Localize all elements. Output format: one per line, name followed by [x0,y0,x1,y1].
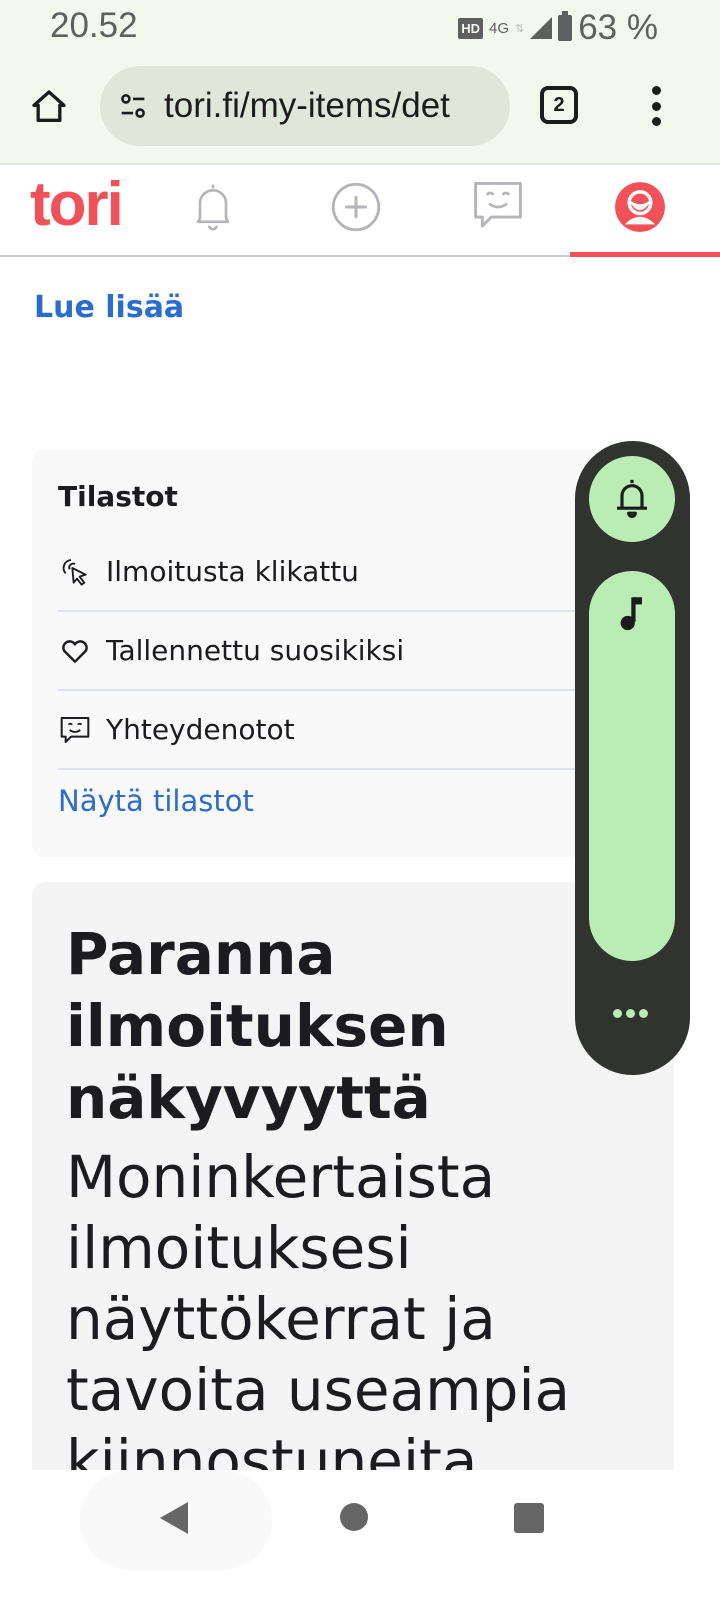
more-vert-icon[interactable] [646,86,666,126]
battery-percent: 63 % [578,8,658,47]
promo-body: Moninkertaista ilmoituksesi näyttökerrat… [66,1143,571,1495]
data-activity-icon: ⇅ [515,22,525,35]
heart-icon [58,634,92,668]
stat-row-clicks: Ilmoitusta klikattu [58,533,648,612]
media-volume-slider[interactable] [589,571,675,961]
signal-icon [530,17,553,39]
active-tab-indicator [570,252,720,257]
home-icon [32,90,66,123]
more-horiz-icon[interactable] [613,1009,648,1018]
volume-panel [575,441,690,1075]
bell-icon [196,184,230,231]
tab-switcher-button[interactable]: 2 [540,86,578,124]
hd-voice-icon: HD [458,17,483,39]
url-text[interactable]: tori.fi/my-items/det [164,86,450,126]
stat-label: Yhteydenotot [106,713,295,746]
chat-smile-icon [58,713,92,747]
recents-square-icon[interactable] [514,1503,544,1533]
stat-row-favorites: Tallennettu suosikiksi [58,612,648,691]
system-navigation-bar [0,1470,720,1600]
network-type: 4G [488,19,509,37]
nav-new-listing[interactable] [326,177,386,237]
stat-label: Ilmoitusta klikattu [106,555,359,588]
chat-icon [474,182,522,228]
status-time: 20.52 [50,6,138,45]
browser-chrome: 20.52 HD 4G ⇅ 63 % tori.fi/my-items/det … [0,0,720,165]
click-cursor-icon [58,555,92,589]
promo-title: Paranna ilmoituksen näkyvyyttä [66,920,449,1132]
ringer-mode-button[interactable] [589,456,675,542]
read-more-link[interactable]: Lue lisää [34,290,184,325]
tune-icon[interactable] [116,89,150,123]
music-note-icon [620,597,642,631]
home-circle-icon[interactable] [340,1503,368,1531]
profile-icon [615,182,665,232]
stat-row-contacts: Yhteydenotot [58,691,648,770]
address-bar[interactable]: tori.fi/my-items/det [100,66,510,146]
status-indicators: HD 4G ⇅ 63 % [458,8,658,48]
browser-home-button[interactable] [26,84,72,130]
bell-icon [617,479,647,518]
plus-circle-icon [331,182,381,232]
site-navigation: tori [0,167,720,257]
tori-logo[interactable]: tori [30,169,124,240]
nav-messages[interactable] [468,177,528,237]
nav-notifications[interactable] [183,177,243,237]
back-icon[interactable] [160,1502,188,1534]
nav-profile[interactable] [610,177,670,237]
stat-label: Tallennettu suosikiksi [106,634,405,667]
battery-icon [558,11,573,41]
